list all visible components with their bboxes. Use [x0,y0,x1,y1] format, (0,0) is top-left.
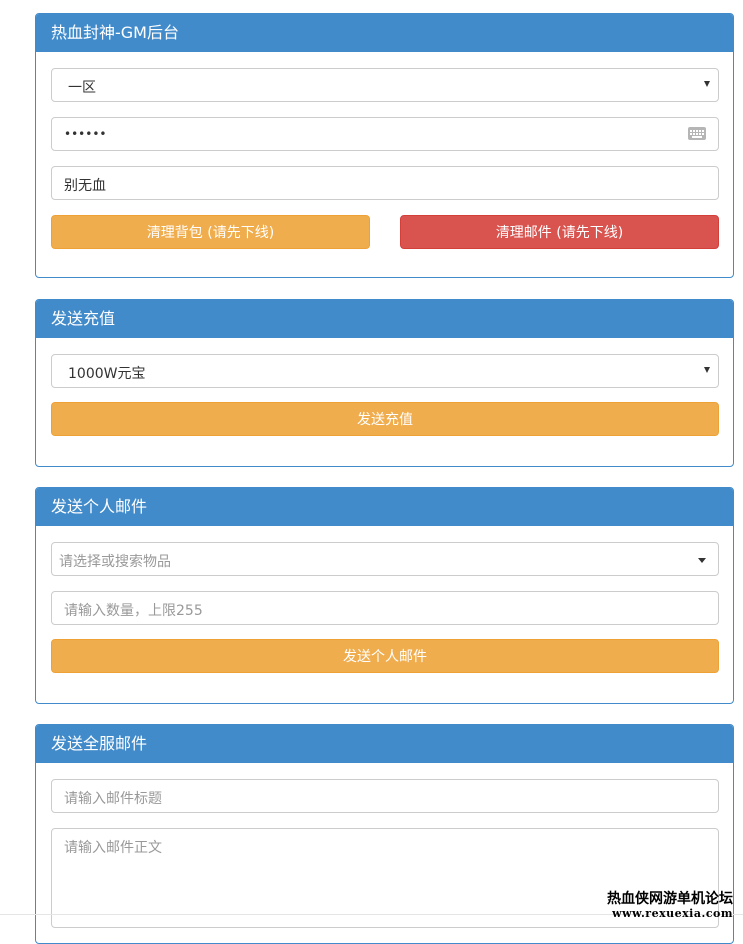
recharge-amount-select[interactable]: 1000W元宝 [51,354,719,388]
panel-title: 发送个人邮件 [36,488,733,526]
site-watermark: 热血侠网游单机论坛 www.rexuexia.com [607,890,733,920]
character-name-value: 别无血 [64,178,106,194]
watermark-title: 热血侠网游单机论坛 [607,891,733,907]
clear-bag-button[interactable]: 清理背包 (请先下线) [51,215,370,249]
caret-down-icon [704,367,710,373]
personal-mail-panel: 发送个人邮件 请选择或搜索物品 请输入数量，上限255 发送个人邮件 [35,487,734,704]
send-personal-mail-button[interactable]: 发送个人邮件 [51,639,719,673]
server-select[interactable]: 一区 [51,68,719,102]
panel-title: 发送充值 [36,300,733,338]
send-recharge-button[interactable]: 发送充值 [51,402,719,436]
caret-down-icon [704,81,710,87]
gm-panel: 热血封神-GM后台 一区 •••••• 别无血 清理背包 (请先下线) 清理邮件… [35,13,734,278]
item-select[interactable]: 请选择或搜索物品 [51,542,719,576]
clear-mail-button[interactable]: 清理邮件 (请先下线) [400,215,719,249]
quantity-field[interactable]: 请输入数量，上限255 [51,591,719,625]
keyboard-icon[interactable] [688,127,706,140]
server-select-value: 一区 [68,80,96,96]
caret-down-icon [698,558,706,563]
mail-body-placeholder: 请输入邮件正文 [64,840,162,856]
character-name-field[interactable]: 别无血 [51,166,719,200]
password-value: •••••• [64,127,107,141]
panel-title: 发送全服邮件 [36,725,733,763]
password-field[interactable]: •••••• [51,117,719,151]
recharge-amount-value: 1000W元宝 [68,366,146,382]
watermark-url: www.rexuexia.com [612,907,733,920]
item-select-placeholder: 请选择或搜索物品 [59,554,171,570]
mail-subject-field[interactable]: 请输入邮件标题 [51,779,719,813]
mail-subject-placeholder: 请输入邮件标题 [64,791,162,807]
quantity-placeholder: 请输入数量，上限255 [64,603,203,619]
recharge-panel: 发送充值 1000W元宝 发送充值 [35,299,734,467]
panel-title: 热血封神-GM后台 [36,14,733,52]
